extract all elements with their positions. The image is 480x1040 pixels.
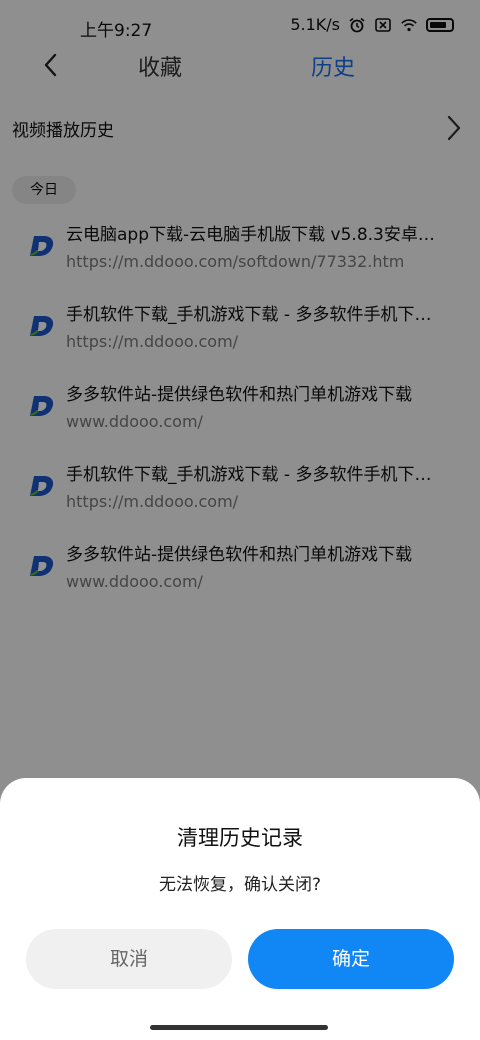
home-indicator[interactable] bbox=[150, 1025, 328, 1030]
dialog-title: 清理历史记录 bbox=[177, 826, 303, 850]
confirm-button[interactable]: 确定 bbox=[248, 929, 454, 989]
cancel-button[interactable]: 取消 bbox=[26, 929, 232, 989]
dialog-message: 无法恢复，确认关闭? bbox=[158, 875, 322, 895]
clear-history-dialog: 清理历史记录 无法恢复，确认关闭? 取消 确定 bbox=[0, 778, 480, 1040]
